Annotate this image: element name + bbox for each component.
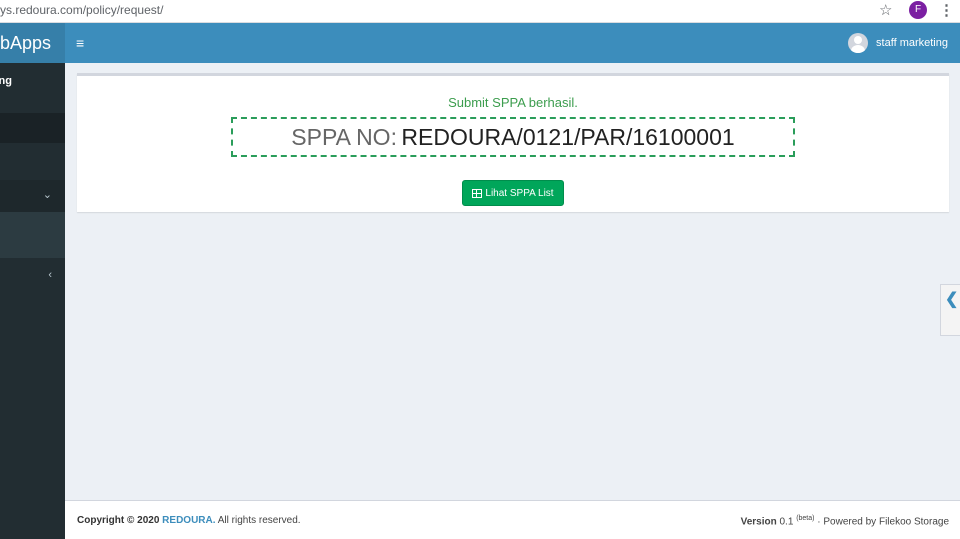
view-sppa-list-button[interactable]: Lihat SPPA List <box>462 180 564 206</box>
view-sppa-list-label: Lihat SPPA List <box>485 187 554 199</box>
chevron-left-icon: ❮ <box>945 291 959 308</box>
result-box: Submit SPPA berhasil. SPPA NO: REDOURA/0… <box>77 73 949 212</box>
version-number: 0.1 <box>779 516 794 528</box>
app-logo[interactable]: ebApps <box>0 23 65 63</box>
user-avatar-icon <box>848 33 869 53</box>
sidebar-item-2[interactable]: ⌄ <box>0 180 65 212</box>
control-sidebar-toggle[interactable]: ❮ <box>940 284 960 336</box>
browser-address-bar: ys.redoura.com/policy/request/ ☆ F ⋮ <box>0 0 960 23</box>
copyright-prefix: Copyright © 2020 <box>77 515 160 526</box>
sidebar-subitem-active[interactable] <box>0 212 65 258</box>
user-menu[interactable]: staff marketing <box>848 33 948 53</box>
footer: Copyright © 2020 REDOURA. All rights res… <box>65 500 960 539</box>
sppa-number-box: SPPA NO: REDOURA/0121/PAR/16100001 <box>231 117 795 157</box>
footer-copyright: Copyright © 2020 REDOURA. All rights res… <box>77 515 301 526</box>
logo-text: ebApps <box>0 33 51 53</box>
sidebar-search[interactable] <box>0 113 65 143</box>
chevron-down-icon: ⌄ <box>42 189 52 201</box>
sidebar-user-panel: ng <box>0 63 65 111</box>
sidebar: ebApps ng ⌄ ‹ <box>0 23 65 539</box>
rights-text: All rights reserved. <box>217 515 301 526</box>
footer-version: Version 0.1 (beta) · Powered by Filekoo … <box>741 515 949 527</box>
table-icon <box>472 188 483 198</box>
top-navbar: ≡ staff marketing <box>65 23 960 63</box>
user-name: staff marketing <box>876 37 948 49</box>
footer-brand-link[interactable]: REDOURA. <box>162 515 215 526</box>
sppa-label: SPPA NO: <box>291 124 397 150</box>
chevron-left-icon: ‹ <box>48 269 52 281</box>
profile-avatar-icon[interactable]: F <box>909 1 927 19</box>
version-label: Version <box>740 516 777 528</box>
url-text[interactable]: ys.redoura.com/policy/request/ <box>0 3 163 17</box>
powered-by-text: · Powered by Filekoo Storage <box>817 516 949 528</box>
browser-menu-icon[interactable]: ⋮ <box>939 1 954 19</box>
sidebar-item-3[interactable]: ‹ <box>0 261 65 293</box>
sppa-number: REDOURA/0121/PAR/16100001 <box>401 124 735 150</box>
version-tag: (beta) <box>796 515 815 522</box>
sidebar-toggle-icon[interactable]: ≡ <box>76 35 84 51</box>
success-message: Submit SPPA berhasil. <box>448 95 578 110</box>
sidebar-user-label: ng <box>0 75 12 87</box>
sidebar-item-1[interactable] <box>0 143 65 175</box>
bookmark-star-icon[interactable]: ☆ <box>879 1 892 19</box>
